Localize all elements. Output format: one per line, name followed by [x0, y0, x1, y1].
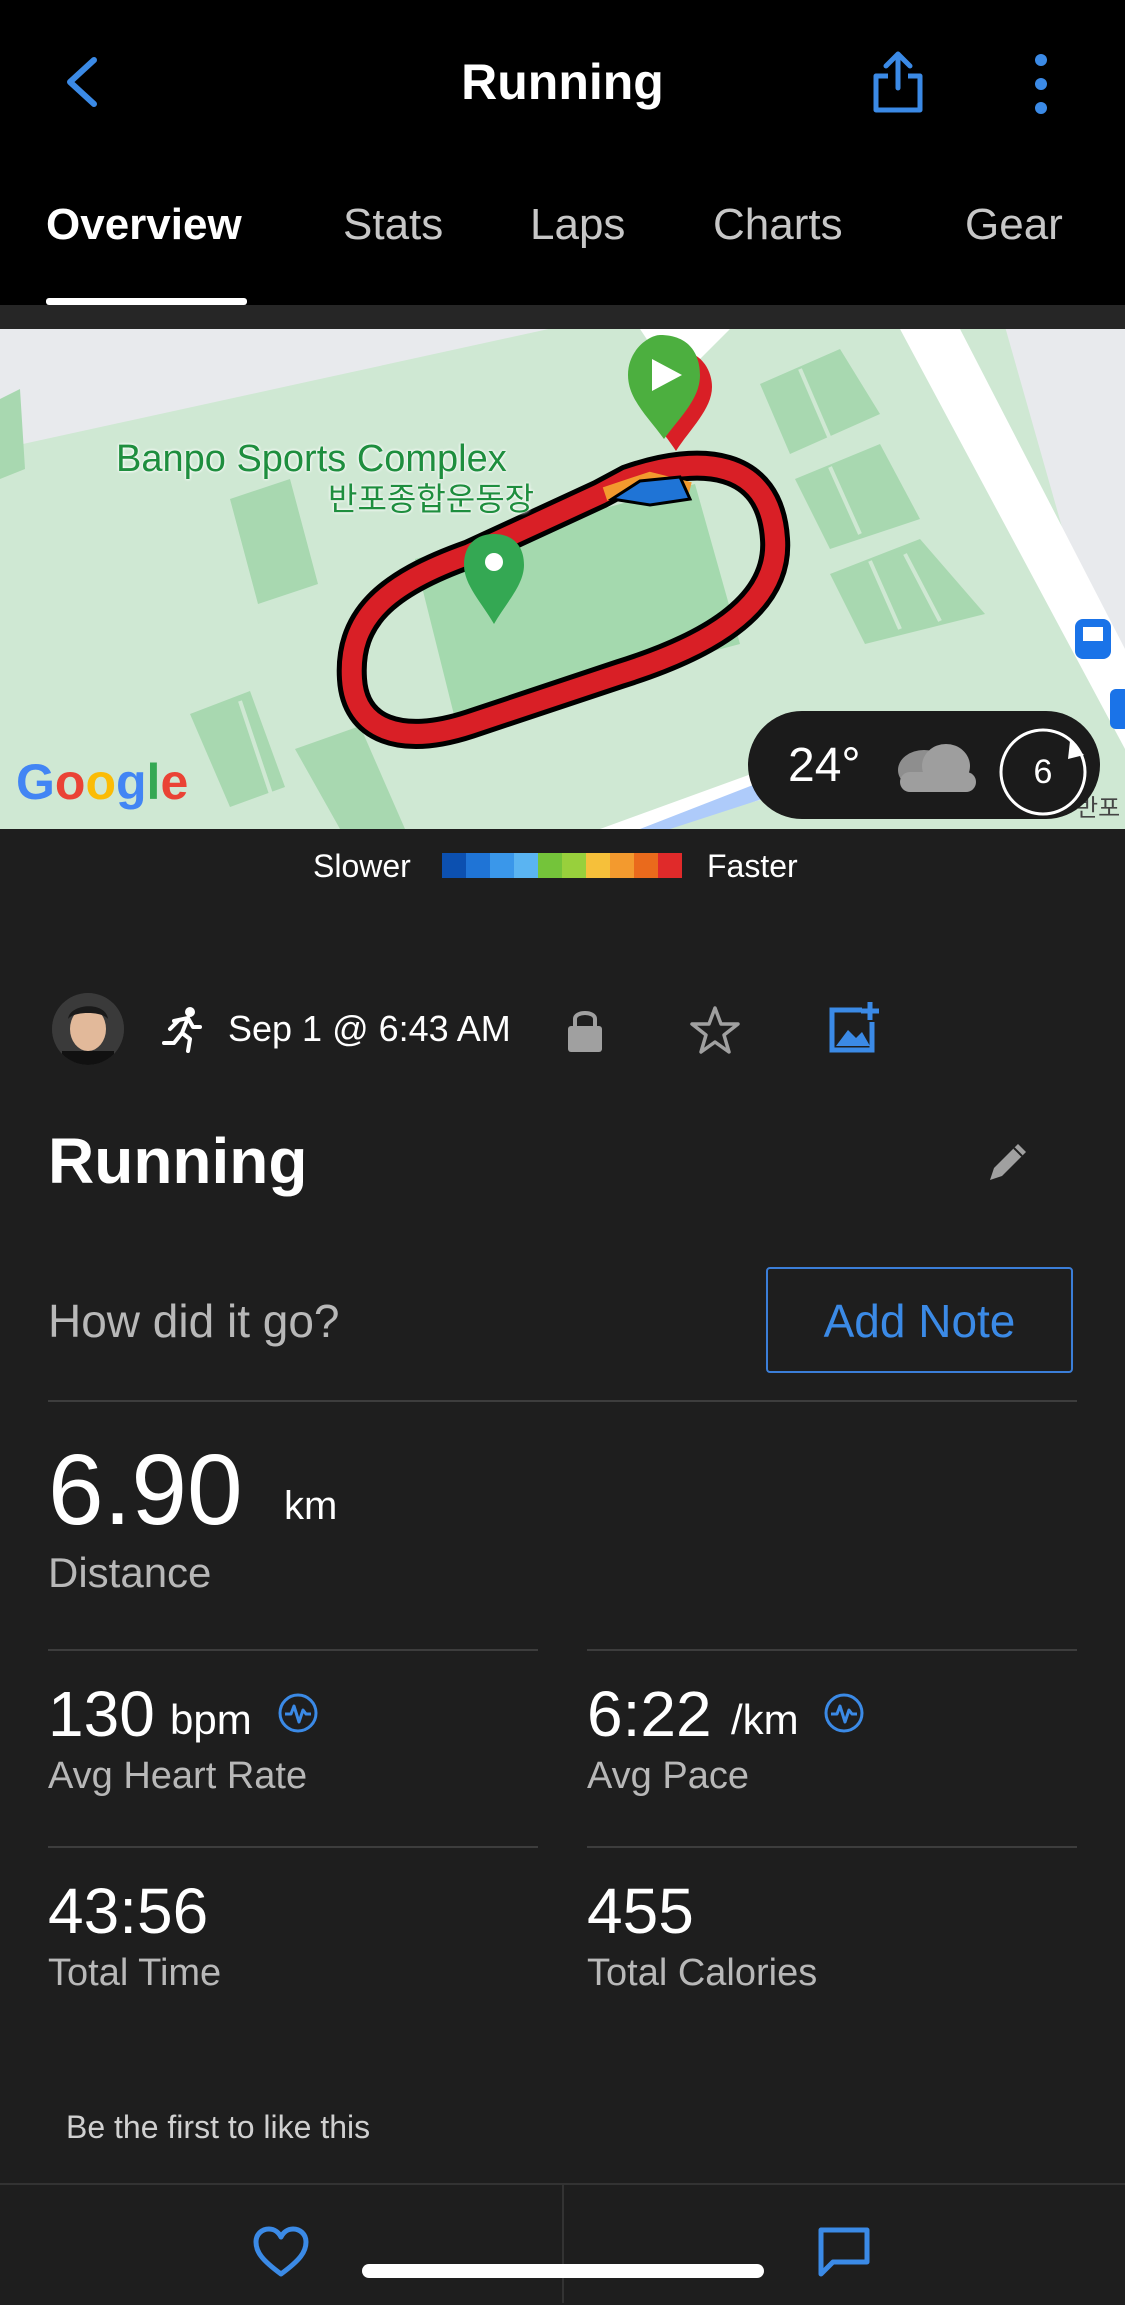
page-title: Running: [461, 54, 664, 110]
cloud-icon: [898, 744, 976, 792]
avatar-image: [52, 993, 124, 1065]
active-tab-indicator: [46, 298, 247, 305]
tab-charts[interactable]: Charts: [713, 195, 843, 255]
divider: [587, 1649, 1077, 1651]
divider: [48, 1846, 538, 1848]
star-icon[interactable]: [688, 1004, 742, 1056]
legend-faster-label: Faster: [707, 848, 798, 884]
tab-stats[interactable]: Stats: [343, 195, 443, 255]
home-indicator: [362, 2264, 764, 2278]
divider: [48, 1649, 538, 1651]
more-options-icon[interactable]: [1025, 52, 1057, 116]
avatar[interactable]: [52, 993, 124, 1065]
divider: [48, 1400, 1077, 1402]
avg-heart-rate-unit: bpm: [170, 1696, 252, 1743]
add-note-button[interactable]: Add Note: [766, 1267, 1073, 1373]
divider: [587, 1846, 1077, 1848]
place-name-label: Banpo Sports Complex: [116, 438, 507, 480]
legend-color-segment: [658, 853, 682, 878]
comment-icon[interactable]: [817, 2226, 871, 2278]
tab-overview[interactable]: Overview: [46, 195, 242, 255]
lock-icon[interactable]: [565, 1006, 605, 1054]
legend-color-segment: [586, 853, 610, 878]
legend-color-segment: [538, 853, 562, 878]
total-calories-value: 455: [587, 1875, 694, 1947]
avg-heart-rate-value: 130: [48, 1678, 155, 1750]
temperature: 24°: [788, 739, 861, 792]
legend-slower-label: Slower: [313, 848, 411, 884]
pace-color-legend: [442, 853, 682, 878]
total-time-value: 43:56: [48, 1875, 209, 1947]
share-icon[interactable]: [870, 48, 926, 116]
avg-pace-unit: /km: [731, 1696, 799, 1743]
avg-pace-label: Avg Pace: [587, 1755, 749, 1797]
distance-value: 6.90: [48, 1434, 243, 1546]
legend-color-segment: [490, 853, 514, 878]
legend-color-segment: [562, 853, 586, 878]
activity-date: Sep 1 @ 6:43 AM: [228, 1008, 511, 1049]
legend-color-segment: [634, 853, 658, 878]
wind-speed: 6: [1033, 753, 1053, 791]
distance-label: Distance: [48, 1549, 212, 1596]
tab-laps[interactable]: Laps: [530, 195, 625, 255]
distance-unit: km: [284, 1484, 338, 1528]
pace-chart-icon[interactable]: [823, 1692, 865, 1734]
top-navigation-bar: [0, 0, 1125, 305]
note-prompt: How did it go?: [48, 1295, 340, 1347]
legend-color-segment: [466, 853, 490, 878]
divider: [0, 305, 1125, 329]
running-activity-icon: [162, 1007, 202, 1053]
legend-color-segment: [442, 853, 466, 878]
legend-color-segment: [514, 853, 538, 878]
avg-pace-value: 6:22: [587, 1678, 712, 1750]
divider: [562, 2185, 564, 2303]
likes-text: Be the first to like this: [66, 2109, 371, 2145]
legend-color-segment: [610, 853, 634, 878]
edit-pencil-icon[interactable]: [986, 1138, 1032, 1184]
total-time-label: Total Time: [48, 1952, 222, 1994]
heart-icon[interactable]: [252, 2226, 310, 2278]
tab-gear[interactable]: Gear: [965, 195, 1063, 255]
add-photo-icon[interactable]: [826, 1000, 882, 1056]
place-name-korean-label: 반포종합운동장: [328, 481, 535, 517]
svg-text:Google: Google: [16, 754, 188, 810]
heart-rate-chart-icon[interactable]: [277, 1692, 319, 1734]
activity-title: Running: [48, 1125, 308, 1197]
avg-heart-rate-label: Avg Heart Rate: [48, 1755, 308, 1797]
total-calories-label: Total Calories: [587, 1952, 818, 1994]
